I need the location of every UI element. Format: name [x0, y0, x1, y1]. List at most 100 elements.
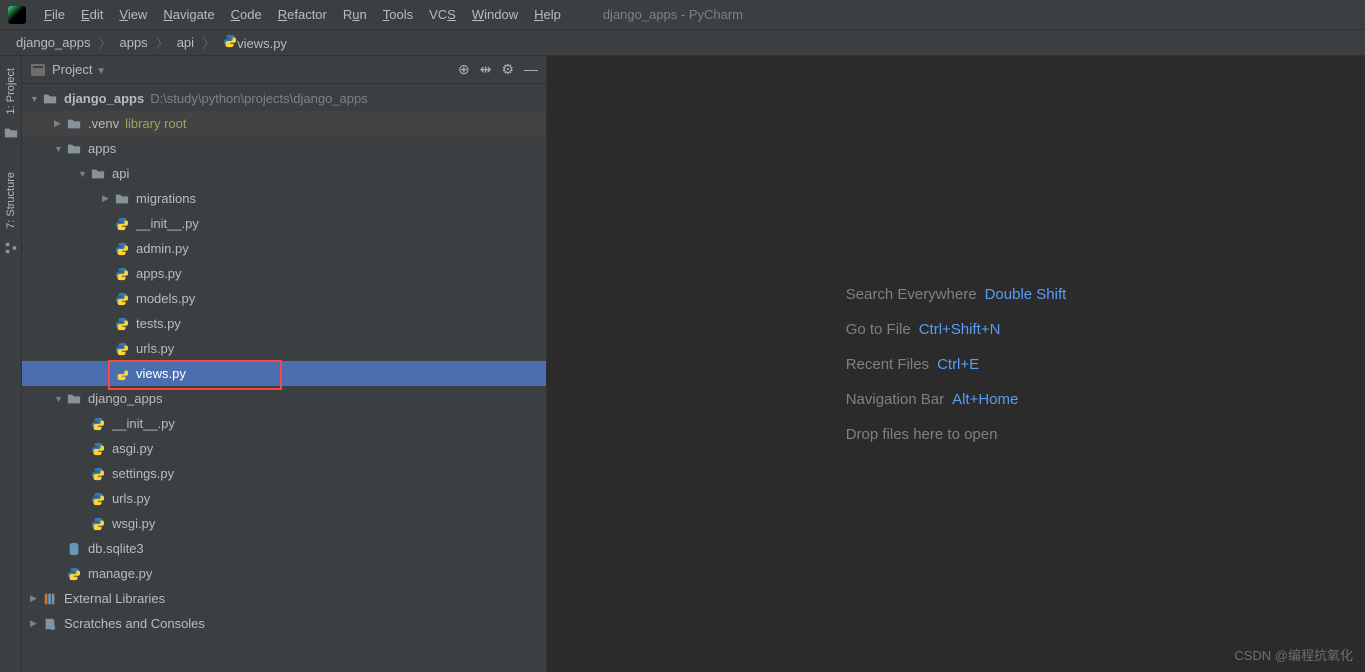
py-icon	[114, 366, 130, 382]
menu-window[interactable]: Window	[464, 4, 526, 25]
chevron-right-icon: 〉	[156, 33, 169, 52]
tree-node-apps[interactable]: ▼ apps	[22, 136, 546, 161]
menu-help[interactable]: Help	[526, 4, 569, 25]
tree-label: Scratches and Consoles	[64, 616, 205, 631]
tree-node-asgi-py[interactable]: asgi.py	[22, 436, 546, 461]
tree-node-scratches-and-consoles[interactable]: ▶ Scratches and Consoles	[22, 611, 546, 636]
tree-label: api	[112, 166, 129, 181]
tree-node-urls-py[interactable]: urls.py	[22, 336, 546, 361]
editor-hint: Search EverywhereDouble Shift	[846, 286, 1067, 303]
left-gutter: 1: Project 7: Structure	[0, 56, 22, 672]
chevron-down-icon[interactable]: ▼	[30, 94, 40, 104]
gutter-tab-project[interactable]: 1: Project	[3, 60, 19, 122]
menu-edit[interactable]: Edit	[73, 4, 111, 25]
tree-node---init---py[interactable]: __init__.py	[22, 211, 546, 236]
tree-label: migrations	[136, 191, 196, 206]
tree-node-migrations[interactable]: ▶ migrations	[22, 186, 546, 211]
menu-run[interactable]: Run	[335, 4, 375, 25]
tree-label: manage.py	[88, 566, 152, 581]
tree-node-settings-py[interactable]: settings.py	[22, 461, 546, 486]
menu-file[interactable]: File	[36, 4, 73, 25]
locate-icon[interactable]: ⊕	[458, 61, 470, 78]
py-icon	[90, 441, 106, 457]
tree-node-db-sqlite3[interactable]: db.sqlite3	[22, 536, 546, 561]
project-tree[interactable]: ▼django_appsD:\study\python\projects\dja…	[22, 84, 546, 672]
menu-code[interactable]: Code	[223, 4, 270, 25]
hide-icon[interactable]: —	[524, 61, 538, 78]
watermark: CSDN @编程抗氧化	[1234, 645, 1353, 664]
tree-label: apps.py	[136, 266, 182, 281]
py-icon	[90, 416, 106, 432]
editor-area[interactable]: Search EverywhereDouble Shift Go to File C…	[547, 56, 1365, 672]
tree-label: wsgi.py	[112, 516, 155, 531]
tree-node-views-py[interactable]: views.py	[22, 361, 546, 386]
tree-node-apps-py[interactable]: apps.py	[22, 261, 546, 286]
chevron-down-icon[interactable]: ▼	[78, 169, 88, 179]
breadcrumb-item[interactable]: api	[171, 33, 200, 52]
menu-navigate[interactable]: Navigate	[155, 4, 222, 25]
tree-label: django_apps	[88, 391, 162, 406]
panel-title[interactable]: Project ▼	[52, 62, 458, 77]
hint-shortcut: Ctrl+Shift+N	[919, 321, 1001, 338]
py-icon	[90, 491, 106, 507]
menu-refactor[interactable]: Refactor	[270, 4, 335, 25]
tree-label: apps	[88, 141, 116, 156]
collapse-icon[interactable]: ⇹	[480, 61, 492, 78]
hint-label: Go to File	[846, 321, 911, 338]
hint-label: Navigation Bar	[846, 391, 944, 408]
menu-tools[interactable]: Tools	[375, 4, 421, 25]
tree-label: tests.py	[136, 316, 181, 331]
tree-label: settings.py	[112, 466, 174, 481]
tree-label: models.py	[136, 291, 195, 306]
folder-icon	[66, 391, 82, 407]
gutter-tab-structure[interactable]: 7: Structure	[3, 164, 19, 237]
py-icon	[114, 216, 130, 232]
folder-icon	[66, 141, 82, 157]
tree-hint: library root	[125, 116, 186, 131]
chevron-right-icon[interactable]: ▶	[54, 118, 64, 129]
chevron-right-icon[interactable]: ▶	[102, 193, 112, 204]
db-icon	[66, 541, 82, 557]
editor-hint: Navigation Bar Alt+Home	[846, 391, 1067, 408]
tree-node---init---py[interactable]: __init__.py	[22, 411, 546, 436]
chevron-down-icon[interactable]: ▼	[54, 394, 64, 404]
tree-node-models-py[interactable]: models.py	[22, 286, 546, 311]
py-icon	[114, 241, 130, 257]
py-icon	[114, 266, 130, 282]
py-icon	[66, 566, 82, 582]
breadcrumb-item[interactable]: django_apps	[10, 33, 96, 52]
folder-icon	[66, 116, 82, 132]
chevron-right-icon[interactable]: ▶	[30, 618, 40, 629]
tree-label: db.sqlite3	[88, 541, 144, 556]
menubar: FileEditViewNavigateCodeRefactorRunTools…	[0, 0, 1365, 30]
tree-node-django-apps[interactable]: ▼django_appsD:\study\python\projects\dja…	[22, 86, 546, 111]
hint-shortcut: Alt+Home	[952, 391, 1018, 408]
menu-view[interactable]: View	[111, 4, 155, 25]
chevron-right-icon[interactable]: ▶	[30, 593, 40, 604]
tree-node-wsgi-py[interactable]: wsgi.py	[22, 511, 546, 536]
tree-label: asgi.py	[112, 441, 153, 456]
breadcrumb-item[interactable]: apps	[113, 33, 153, 52]
tree-label: django_apps	[64, 91, 144, 106]
chevron-down-icon[interactable]: ▼	[54, 144, 64, 154]
tree-node-admin-py[interactable]: admin.py	[22, 236, 546, 261]
structure-icon	[4, 241, 18, 255]
tree-node-api[interactable]: ▼ api	[22, 161, 546, 186]
tree-node-manage-py[interactable]: manage.py	[22, 561, 546, 586]
tree-node-django-apps[interactable]: ▼ django_apps	[22, 386, 546, 411]
pycharm-icon	[8, 6, 26, 24]
chevron-right-icon: 〉	[202, 33, 215, 52]
hint-label: Recent Files	[846, 356, 929, 373]
tree-node-tests-py[interactable]: tests.py	[22, 311, 546, 336]
breadcrumb-item[interactable]: views.py	[217, 32, 293, 53]
folder-icon	[90, 166, 106, 182]
gear-icon[interactable]: ⚙	[501, 61, 514, 78]
tree-node-external-libraries[interactable]: ▶ External Libraries	[22, 586, 546, 611]
tree-node-urls-py[interactable]: urls.py	[22, 486, 546, 511]
folder-icon	[42, 91, 58, 107]
menu-vcs[interactable]: VCS	[421, 4, 464, 25]
panel-header: Project ▼ ⊕ ⇹ ⚙ —	[22, 56, 546, 84]
tree-label: External Libraries	[64, 591, 165, 606]
hint-shortcut: Double Shift	[985, 286, 1067, 303]
tree-node--venv[interactable]: ▶.venvlibrary root	[22, 111, 546, 136]
